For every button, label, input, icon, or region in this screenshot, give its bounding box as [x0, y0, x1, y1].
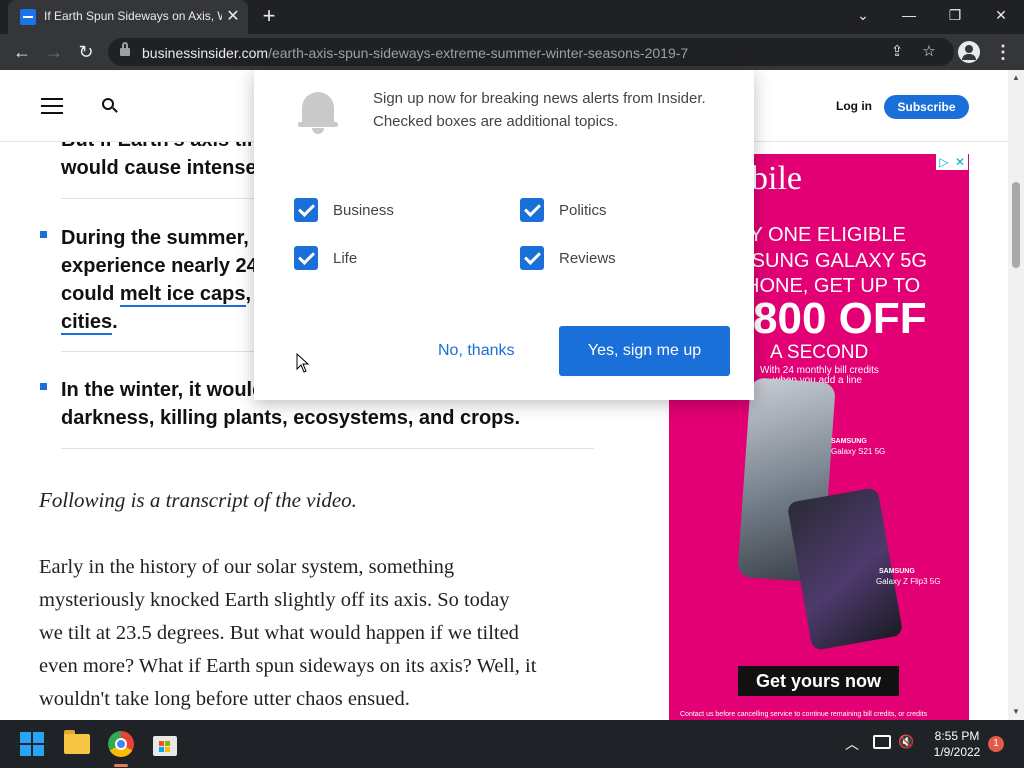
- chrome-icon[interactable]: [107, 730, 135, 758]
- lock-icon[interactable]: [120, 42, 130, 57]
- adchoices-icon[interactable]: ▷: [936, 154, 952, 170]
- forward-button[interactable]: →: [42, 40, 66, 64]
- bullet-2-line-1: During the summer, t: [61, 227, 262, 249]
- window-close-button[interactable]: ✕: [978, 0, 1024, 30]
- ad-close-icon[interactable]: ✕: [952, 154, 968, 170]
- ad-cta-button[interactable]: Get yours now: [738, 666, 899, 696]
- ad-fine-print: Contact us before cancelling service to …: [680, 711, 928, 718]
- divider: [61, 198, 261, 199]
- paragraph-line: Early in the history of our solar system…: [39, 556, 455, 578]
- windows-taskbar: ︿ 🔇 8:55 PM 1/9/2022: [0, 720, 1024, 768]
- subscribe-button[interactable]: Subscribe: [884, 95, 969, 119]
- tab-strip: If Earth Spun Sideways on Axis, W ✕ + ⌄ …: [0, 0, 1024, 34]
- tray-chevron-icon[interactable]: ︿: [845, 734, 859, 754]
- tab-close-icon[interactable]: ✕: [224, 8, 242, 26]
- volume-muted-icon[interactable]: 🔇: [898, 734, 914, 750]
- active-app-indicator: [114, 764, 128, 767]
- life-checkbox[interactable]: [294, 246, 318, 270]
- ad-line: A SECOND: [770, 342, 869, 363]
- paragraph-line: wouldn't take long before utter chaos en…: [39, 688, 410, 710]
- ad-brand: bile: [751, 160, 802, 197]
- browser-menu-icon[interactable]: ⋮: [994, 42, 1012, 62]
- url-host: businessinsider.com: [142, 45, 269, 61]
- login-link[interactable]: Log in: [836, 99, 872, 113]
- restore-button[interactable]: ❐: [932, 0, 978, 30]
- bullet-marker: [40, 231, 47, 238]
- share-icon[interactable]: ⇪: [888, 43, 906, 61]
- mouse-cursor-icon: [296, 353, 310, 373]
- start-windows-icon[interactable]: [20, 730, 48, 758]
- browser-toolbar: ← → ↻ businessinsider.com/earth-axis-spu…: [0, 34, 1024, 70]
- clock-date[interactable]: 1/9/2022: [926, 745, 988, 759]
- scroll-thumb[interactable]: [1012, 182, 1020, 268]
- ad-phone-model: Galaxy S21 5G: [831, 447, 886, 456]
- new-tab-button[interactable]: +: [258, 5, 280, 28]
- no-thanks-button[interactable]: No, thanks: [438, 342, 514, 360]
- paragraph-line: we tilt at 23.5 degrees. But what would …: [39, 622, 519, 644]
- text-run: .: [112, 311, 118, 333]
- clock-time[interactable]: 8:55 PM: [926, 729, 988, 743]
- divider: [61, 448, 594, 449]
- business-label[interactable]: Business: [333, 202, 394, 219]
- news-alerts-popup: Sign up now for breaking news alerts fro…: [254, 70, 754, 400]
- reload-button[interactable]: ↻: [74, 40, 98, 64]
- browser-tab[interactable]: If Earth Spun Sideways on Axis, W ✕: [8, 0, 248, 34]
- scroll-up-icon[interactable]: ▲: [1008, 70, 1024, 86]
- business-checkbox[interactable]: [294, 198, 318, 222]
- network-icon[interactable]: [873, 735, 891, 749]
- paragraph-line: even more? What if Earth spun sideways o…: [39, 655, 537, 677]
- page-scrollbar[interactable]: ▲ ▼: [1008, 70, 1024, 720]
- ad-line: MSUNG GALAXY 5G: [735, 250, 927, 272]
- transcript-intro: Following is a transcript of the video.: [39, 488, 357, 512]
- profile-avatar-icon[interactable]: [958, 41, 980, 63]
- reviews-label[interactable]: Reviews: [559, 250, 616, 267]
- ad-choices[interactable]: ▷ ✕: [936, 154, 968, 170]
- tab-search-button[interactable]: ⌄: [840, 0, 886, 30]
- reviews-checkbox[interactable]: [520, 246, 544, 270]
- bullet-3-line-1: In the winter, it would: [61, 379, 265, 401]
- search-icon[interactable]: [102, 98, 118, 114]
- bullet-2-line-2: experience nearly 24: [61, 255, 258, 277]
- cities-link[interactable]: cities: [61, 311, 113, 335]
- tab-title: If Earth Spun Sideways on Axis, W: [44, 9, 222, 23]
- bullet-2-line-4: cities.: [61, 308, 118, 336]
- ad-phone-model: Galaxy Z Flip3 5G: [876, 577, 941, 586]
- ad-phone-label: SAMSUNG: [831, 438, 867, 445]
- paragraph-line: mysteriously knocked Earth slightly off …: [39, 589, 510, 611]
- scroll-down-icon[interactable]: ▼: [1008, 704, 1024, 720]
- text-run: could: [61, 283, 120, 305]
- melt-ice-caps-link[interactable]: melt ice caps: [119, 283, 246, 307]
- politics-label[interactable]: Politics: [559, 202, 607, 219]
- url-text[interactable]: businessinsider.com/earth-axis-spun-side…: [142, 45, 688, 61]
- site-favicon-icon: [20, 9, 36, 25]
- bullet-marker: [40, 383, 47, 390]
- url-path: /earth-axis-spun-sideways-extreme-summer…: [268, 45, 689, 61]
- back-button[interactable]: ←: [10, 40, 34, 64]
- life-label[interactable]: Life: [333, 250, 357, 267]
- ad-big-offer: 800 OFF: [753, 294, 927, 343]
- file-explorer-icon[interactable]: [64, 730, 92, 758]
- minimize-button[interactable]: —: [886, 0, 932, 30]
- address-bar[interactable]: businessinsider.com/earth-axis-spun-side…: [108, 38, 954, 66]
- bullet-1-line-2: would cause intense: [61, 157, 257, 179]
- bookmark-star-icon[interactable]: ☆: [920, 43, 938, 61]
- politics-checkbox[interactable]: [520, 198, 544, 222]
- divider: [61, 351, 261, 352]
- bullet-2-line-3: could melt ice caps, r: [61, 280, 264, 308]
- ad-phone-label: SAMSUNG: [879, 568, 915, 575]
- notification-badge[interactable]: 1: [988, 736, 1004, 752]
- microsoft-store-icon[interactable]: [151, 730, 179, 758]
- bell-icon: [298, 88, 338, 134]
- ad-line: UY ONE ELIGIBLE: [735, 224, 906, 246]
- popup-message: Sign up now for breaking news alerts fro…: [373, 90, 706, 130]
- sign-me-up-button[interactable]: Yes, sign me up: [559, 326, 730, 376]
- hamburger-menu-icon[interactable]: [41, 98, 63, 114]
- bullet-3-line-2: darkness, killing plants, ecosystems, an…: [61, 407, 521, 429]
